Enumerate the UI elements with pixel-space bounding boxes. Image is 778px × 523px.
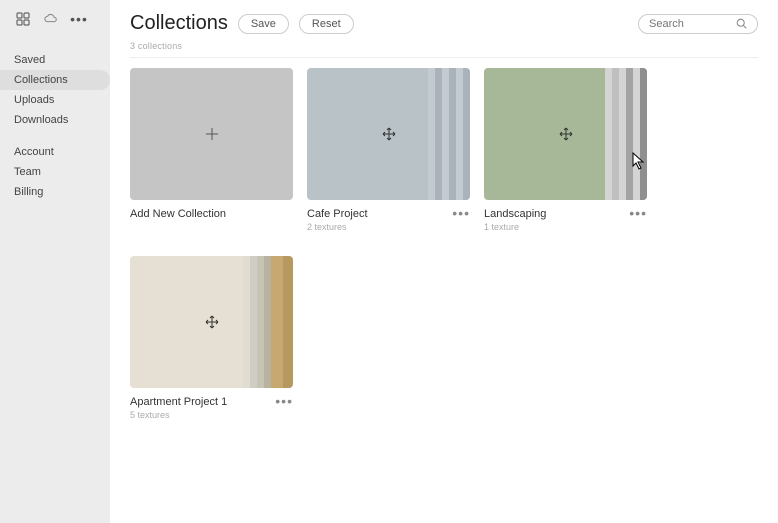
sidebar-group-account: Account Team Billing <box>0 142 110 202</box>
card-subtitle: 1 texture <box>484 222 546 232</box>
sidebar-top-icons: ••• <box>0 12 110 26</box>
sidebar-item-uploads[interactable]: Uploads <box>0 90 110 110</box>
search-box[interactable] <box>638 14 758 34</box>
sidebar: ••• Saved Collections Uploads Downloads … <box>0 0 110 523</box>
collections-grid: Add New Collection Cafe Project 2 textur… <box>130 68 758 420</box>
move-icon <box>205 315 219 329</box>
save-button[interactable]: Save <box>238 14 289 34</box>
collection-thumb[interactable] <box>484 68 647 200</box>
collection-thumb[interactable] <box>130 256 293 388</box>
card-title: Apartment Project 1 <box>130 396 227 408</box>
more-icon[interactable]: ••• <box>72 12 86 26</box>
cursor-icon <box>632 152 646 170</box>
main-content: Collections Save Reset 3 collections Add… <box>110 0 778 523</box>
card-more-icon[interactable]: ••• <box>275 396 293 406</box>
page-header: Collections Save Reset <box>130 12 758 35</box>
sidebar-group-library: Saved Collections Uploads Downloads <box>0 50 110 130</box>
card-title: Landscaping <box>484 208 546 220</box>
move-icon <box>559 127 573 141</box>
sidebar-item-collections[interactable]: Collections <box>0 70 110 90</box>
search-input[interactable] <box>649 18 729 30</box>
card-subtitle: 2 textures <box>307 222 368 232</box>
move-icon <box>382 127 396 141</box>
sidebar-item-account[interactable]: Account <box>0 142 110 162</box>
reset-button[interactable]: Reset <box>299 14 354 34</box>
logo-icon[interactable] <box>16 12 30 26</box>
cloud-icon[interactable] <box>44 12 58 26</box>
collection-card-cafe[interactable]: Cafe Project 2 textures ••• <box>307 68 470 232</box>
sidebar-item-downloads[interactable]: Downloads <box>0 110 110 130</box>
add-collection-thumb[interactable] <box>130 68 293 200</box>
sidebar-item-saved[interactable]: Saved <box>0 50 110 70</box>
collection-count: 3 collections <box>130 41 758 51</box>
sidebar-item-billing[interactable]: Billing <box>0 182 110 202</box>
card-title: Cafe Project <box>307 208 368 220</box>
card-subtitle: 5 textures <box>130 410 227 420</box>
plus-icon <box>205 127 219 141</box>
card-title: Add New Collection <box>130 208 226 220</box>
collection-card-landscaping[interactable]: Landscaping 1 texture ••• <box>484 68 647 232</box>
collection-card-apartment[interactable]: Apartment Project 1 5 textures ••• <box>130 256 293 420</box>
search-icon <box>736 18 747 29</box>
card-more-icon[interactable]: ••• <box>629 208 647 218</box>
page-title: Collections <box>130 12 228 35</box>
card-more-icon[interactable]: ••• <box>452 208 470 218</box>
add-collection-card[interactable]: Add New Collection <box>130 68 293 232</box>
collection-thumb[interactable] <box>307 68 470 200</box>
divider <box>130 57 758 58</box>
sidebar-item-team[interactable]: Team <box>0 162 110 182</box>
